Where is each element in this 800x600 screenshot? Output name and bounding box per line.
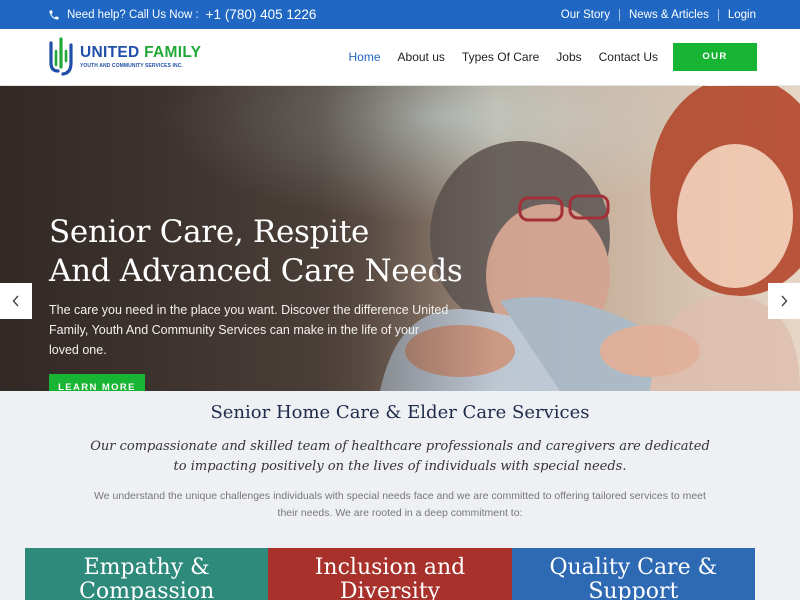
chevron-right-icon — [781, 295, 788, 307]
services-lead: Our compassionate and skilled team of he… — [90, 439, 710, 474]
nav-about-us[interactable]: About us — [398, 50, 445, 64]
learn-more-button[interactable]: LEARN MORE — [49, 374, 145, 391]
card-title-line1: Quality Care & — [549, 555, 718, 580]
our-faqs-button[interactable]: OUR FAQS — [673, 43, 757, 90]
help-contact: Need help? Call Us Now : +1 (780) 405 12… — [48, 7, 316, 22]
login-link[interactable]: Login — [719, 9, 756, 21]
hero-text: The care you need in the place you want.… — [49, 303, 449, 357]
slider-next-button[interactable] — [768, 283, 800, 319]
hero-title-line1: Senior Care, Respite — [49, 214, 370, 250]
phone-icon — [49, 10, 59, 19]
slider-prev-button[interactable] — [0, 283, 32, 319]
help-text: Need help? Call Us Now : — [67, 8, 199, 21]
card-title-line1: Empathy & — [83, 555, 210, 580]
logo-mark-icon — [49, 37, 73, 76]
hero-slider: Senior Care, Respite And Advanced Care N… — [0, 86, 800, 391]
nav-types-of-care[interactable]: Types Of Care — [462, 50, 539, 64]
card-title-line2: Diversity — [339, 579, 441, 600]
brand-name-b: FAMILY — [144, 44, 202, 61]
nav-jobs[interactable]: Jobs — [556, 50, 581, 64]
card-title-line1: Inclusion and — [314, 555, 466, 580]
news-articles-link[interactable]: News & Articles — [620, 9, 718, 21]
services-intro: We understand the unique challenges indi… — [94, 490, 706, 519]
nav-contact-us[interactable]: Contact Us — [599, 50, 658, 64]
site-header: UNITED FAMILY YOUTH AND COMMUNITY SERVIC… — [0, 29, 800, 90]
phone-number-link[interactable]: +1 (780) 405 1226 — [206, 7, 317, 22]
top-links: Our Story News & Articles Login — [552, 8, 756, 21]
services-heading: Senior Home Care & Elder Care Services — [210, 402, 590, 423]
brand-name-a: UNITED — [80, 44, 140, 61]
card-quality-care-support[interactable]: Quality Care & Support — [511, 548, 755, 600]
site-logo[interactable]: UNITED FAMILY YOUTH AND COMMUNITY SERVIC… — [48, 37, 201, 77]
nav-home[interactable]: Home — [349, 50, 381, 64]
brand-tagline: YOUTH AND COMMUNITY SERVICES INC. — [80, 63, 183, 69]
main-nav: Home About us Types Of Care Jobs Contact… — [332, 43, 757, 90]
hero-title-line2: And Advanced Care Needs — [49, 253, 463, 289]
our-story-link[interactable]: Our Story — [552, 9, 619, 21]
logo-wordmark: UNITED FAMILY YOUTH AND COMMUNITY SERVIC… — [80, 45, 201, 70]
chevron-left-icon — [12, 295, 19, 307]
brand-name: UNITED FAMILY — [80, 45, 201, 61]
hero-content: Senior Care, Respite And Advanced Care N… — [49, 213, 469, 391]
services-section: Senior Home Care & Elder Care Services O… — [0, 391, 800, 600]
card-title-line2: Compassion — [79, 579, 215, 600]
hero-title: Senior Care, Respite And Advanced Care N… — [49, 213, 469, 291]
card-empathy-compassion[interactable]: Empathy & Compassion — [25, 548, 269, 600]
top-bar: Need help? Call Us Now : +1 (780) 405 12… — [0, 0, 800, 29]
value-cards: Empathy & Compassion Inclusion and Diver… — [25, 548, 755, 600]
card-title-line2: Support — [588, 579, 679, 600]
card-inclusion-diversity[interactable]: Inclusion and Diversity — [268, 548, 512, 600]
